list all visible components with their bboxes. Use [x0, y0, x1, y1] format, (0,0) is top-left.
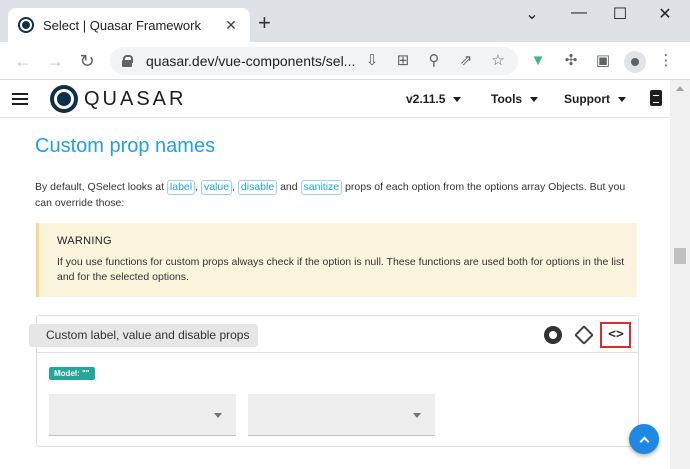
qselect-field-1[interactable]	[49, 394, 236, 436]
warning-text: If you use functions for custom props al…	[57, 256, 625, 283]
vue-devtools-icon[interactable]: ▼	[528, 51, 548, 71]
warning-callout: WARNING If you use functions for custom …	[36, 223, 637, 297]
side-panel-icon[interactable]: ▣	[593, 51, 613, 71]
forward-icon[interactable]: →	[43, 51, 67, 71]
more-menu-icon[interactable]: ⋮	[656, 51, 676, 71]
address-url: quasar.dev/vue-components/sel...	[146, 53, 356, 69]
chevron-up-icon	[639, 436, 649, 446]
new-tab-button[interactable]: +	[258, 12, 271, 34]
main-content: Custom prop names By default, QSelect lo…	[0, 119, 670, 469]
code-chip-disable: disable	[237, 180, 278, 195]
support-menu[interactable]: Support	[564, 92, 626, 106]
window-minimize-icon[interactable]: —	[564, 4, 594, 22]
dropdown-arrow-icon[interactable]	[214, 413, 222, 418]
browser-tab[interactable]: Select | Quasar Framework ✕	[8, 8, 250, 42]
browser-toolbar: ← → ↻ quasar.dev/vue-components/sel... ⇩…	[0, 42, 690, 80]
scroll-to-top-button[interactable]	[629, 424, 659, 454]
scroll-up-icon[interactable]	[676, 86, 684, 91]
close-window-icon[interactable]: ✕	[650, 4, 680, 24]
clipboard-icon[interactable]	[650, 90, 662, 106]
dropdown-arrow-icon[interactable]	[413, 413, 421, 418]
lock-icon	[122, 55, 133, 67]
example-card-header: Custom label, value and disable props <>	[29, 316, 638, 353]
maximize-icon[interactable]: ☐	[605, 4, 635, 24]
profile-avatar-icon[interactable]	[624, 51, 646, 73]
browser-tab-strip: Select | Quasar Framework ✕ + ⌄ — ☐ ✕	[0, 0, 690, 42]
code-chip-sanitize: sanitize	[300, 180, 343, 195]
install-app-icon[interactable]: ⇩	[362, 51, 382, 71]
reload-icon[interactable]: ↻	[75, 51, 99, 71]
chevron-down-icon	[530, 97, 539, 103]
zoom-icon[interactable]: ⚲	[424, 51, 444, 71]
quasar-logo-icon[interactable]	[50, 85, 78, 113]
translate-icon[interactable]: ⊞	[393, 51, 413, 71]
menu-icon[interactable]	[12, 93, 28, 105]
back-icon[interactable]: ←	[11, 51, 35, 71]
share-icon[interactable]: ⇗	[456, 51, 476, 71]
chevron-down-icon	[618, 97, 626, 103]
intro-separator: and	[277, 181, 301, 193]
tools-menu[interactable]: Tools	[491, 92, 539, 106]
example-title: Custom label, value and disable props	[29, 324, 259, 347]
brand-name[interactable]: QUASAR	[84, 88, 186, 111]
warning-title: WARNING	[57, 235, 112, 247]
extensions-puzzle-icon[interactable]: ✣	[561, 51, 581, 71]
github-icon[interactable]	[543, 325, 563, 345]
scrollbar-thumb[interactable]	[674, 248, 686, 264]
minimize-icon[interactable]: ⌄	[517, 4, 547, 24]
code-chip-value: value	[200, 180, 233, 195]
support-label: Support	[564, 92, 610, 106]
page-scrollbar[interactable]	[670, 80, 690, 469]
version-dropdown[interactable]: v2.11.5	[406, 92, 462, 106]
quasar-favicon-icon	[18, 17, 34, 33]
codepen-icon[interactable]	[574, 325, 594, 345]
example-card: Custom label, value and disable props <>…	[29, 315, 639, 447]
bookmark-star-icon[interactable]: ☆	[488, 51, 508, 71]
section-heading[interactable]: Custom prop names	[35, 135, 215, 158]
tab-title: Select | Quasar Framework	[43, 17, 201, 33]
tab-close-icon[interactable]: ✕	[222, 17, 240, 34]
chevron-down-icon	[453, 97, 462, 103]
version-label: v2.11.5	[406, 92, 446, 106]
code-view-icon[interactable]: <>	[604, 325, 628, 345]
qselect-field-2[interactable]	[248, 394, 435, 436]
model-badge: Model: ""	[49, 367, 95, 380]
intro-paragraph: By default, QSelect looks at label, valu…	[35, 179, 645, 211]
code-chip-label: label	[166, 180, 196, 195]
tools-label: Tools	[491, 92, 523, 106]
site-header: QUASAR v2.11.5 Tools Support	[0, 80, 670, 118]
intro-text: By default, QSelect looks at	[35, 181, 167, 193]
